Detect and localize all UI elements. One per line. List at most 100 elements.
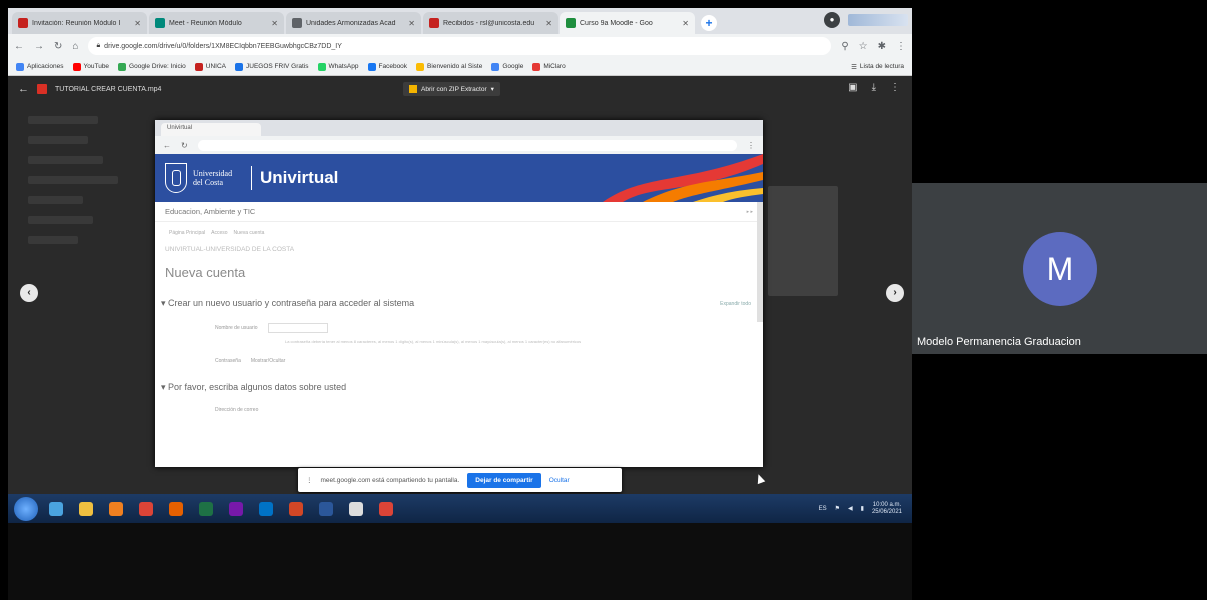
window-controls: ●	[824, 12, 908, 28]
browser-tab[interactable]: Meet - Reunión Módulo ✕	[149, 12, 284, 34]
bookmark-label: Bienvenido al Siste	[427, 63, 483, 70]
previous-arrow-icon[interactable]: ‹	[20, 284, 38, 302]
close-icon[interactable]: ✕	[408, 19, 415, 28]
taskbar-app[interactable]	[74, 498, 98, 520]
browser-tab[interactable]: Recibidos - rsl@unicosta.edu ✕	[423, 12, 558, 34]
google-icon	[491, 62, 500, 71]
open-with-button[interactable]: Abrir con ZIP Extractor ▾	[403, 82, 500, 96]
flag-icon[interactable]: ⚑	[835, 505, 840, 512]
comment-icon[interactable]: ▣	[848, 82, 857, 93]
bookmark-icon	[194, 62, 203, 71]
inner-tab-bar: Univirtual	[155, 120, 763, 136]
file-name: TUTORIAL CREAR CUENTA.mp4	[55, 85, 162, 93]
taskbar-app[interactable]	[224, 498, 248, 520]
bookmark-item[interactable]: Google Drive: Inicio	[118, 62, 186, 71]
university-crest-icon	[165, 163, 187, 193]
taskbar-app[interactable]	[164, 498, 188, 520]
taskbar-app[interactable]	[284, 498, 308, 520]
onenote-icon	[229, 501, 243, 516]
video-file-icon	[37, 84, 47, 94]
browser-tab-active[interactable]: Curso 9a Moodle - Goo ✕	[560, 12, 695, 34]
section-heading-text: Por favor, escriba algunos datos sobre u…	[168, 382, 347, 392]
close-icon[interactable]: ✕	[545, 19, 552, 28]
more-icon[interactable]: ⋮	[890, 82, 900, 93]
forward-icon[interactable]: →	[34, 41, 44, 52]
close-icon[interactable]: ✕	[134, 19, 141, 28]
taskbar-app[interactable]	[194, 498, 218, 520]
taskbar-app[interactable]	[134, 498, 158, 520]
next-arrow-icon[interactable]: ›	[886, 284, 904, 302]
browser-tab[interactable]: Unidades Armonizadas Acad ✕	[286, 12, 421, 34]
university-name: Universidad del Costa	[193, 169, 233, 187]
close-icon[interactable]: ✕	[271, 19, 278, 28]
section-heading-text: Crear un nuevo usuario y contraseña para…	[168, 298, 415, 308]
hide-button[interactable]: Ocultar	[549, 477, 570, 484]
reading-list[interactable]: ☰ Lista de lectura	[851, 63, 904, 71]
bookmark-item[interactable]: Facebook	[367, 62, 407, 71]
drag-handle-icon[interactable]: ⋮	[306, 476, 313, 484]
back-icon[interactable]: ←	[14, 41, 24, 52]
background-sidebar	[28, 116, 98, 124]
breadcrumb-item: Nueva cuenta	[233, 230, 265, 236]
taskbar-app[interactable]	[344, 498, 368, 520]
stop-sharing-button[interactable]: Dejar de compartir	[467, 472, 541, 488]
background-thumbnail	[768, 186, 838, 296]
zoom-icon[interactable]: ⚲	[841, 41, 848, 52]
menu-icon[interactable]: ⋮	[896, 41, 906, 52]
site-subheading: Educacion, Ambiente y TIC ▸ ▸	[155, 202, 763, 222]
bookmark-item[interactable]: WhatsApp	[317, 62, 359, 71]
star-icon[interactable]: ☆	[859, 41, 868, 52]
taskbar-app[interactable]	[314, 498, 338, 520]
taskbar-app[interactable]	[254, 498, 278, 520]
reading-list-icon: ☰	[851, 63, 857, 71]
whatsapp-icon	[317, 62, 326, 71]
home-icon[interactable]: ⌂	[72, 41, 78, 52]
banner-decoration	[603, 154, 763, 202]
bookmark-apps[interactable]: Aplicaciones	[16, 62, 64, 71]
back-icon: ←	[163, 140, 171, 150]
start-button[interactable]	[14, 496, 38, 521]
breadcrumb: Página Principal Acceso Nueva cuenta	[155, 222, 763, 236]
taskbar-app[interactable]	[104, 498, 128, 520]
bookmark-item[interactable]: UNICA	[194, 62, 226, 71]
back-arrow-icon[interactable]: ←	[18, 83, 29, 95]
video-frame[interactable]: Univirtual ← ↻ ⋮ Universidad del Costa Uni…	[155, 120, 763, 467]
bookmark-item[interactable]: Bienvenido al Siste	[416, 62, 483, 71]
bookmark-item[interactable]: Google	[491, 62, 524, 71]
clock[interactable]: 10:00 a.m. 25/06/2021	[872, 502, 902, 516]
browser-tab[interactable]: Invitación: Reunión Módulo I ✕	[12, 12, 147, 34]
participant-tile[interactable]: M Modelo Permanencia Graduacion	[912, 183, 1207, 354]
chevron-down-icon: ▾	[161, 298, 166, 308]
password-row: Contraseña Mostrar/Ocultar	[155, 344, 763, 364]
reload-icon[interactable]: ↻	[54, 41, 62, 52]
language-icon[interactable]: ES	[819, 506, 827, 512]
chrome-icon	[139, 501, 153, 516]
reading-list-label: Lista de lectura	[859, 63, 904, 70]
bookmark-item[interactable]: YouTube	[72, 62, 110, 71]
window-buttons[interactable]	[848, 14, 908, 26]
subheading-text: Educacion, Ambiente y TIC	[165, 207, 256, 216]
youtube-icon	[72, 62, 81, 71]
close-icon[interactable]: ✕	[682, 19, 689, 28]
taskbar-app[interactable]	[44, 498, 68, 520]
username-field	[267, 323, 328, 333]
background-sidebar	[28, 136, 88, 144]
profile-icon[interactable]: ●	[824, 12, 840, 28]
volume-icon[interactable]: ◀	[848, 505, 853, 512]
address-bar-row: ← → ↻ ⌂ 🔒︎ drive.google.com/drive/u/0/fol…	[8, 34, 912, 58]
bookmark-item[interactable]: MiClaro	[532, 62, 566, 71]
bookmark-label: Google	[502, 63, 524, 70]
browser-tab-bar: Invitación: Reunión Módulo I ✕ Meet - Reu…	[8, 8, 912, 34]
chevron-down-icon: ▾	[490, 86, 494, 93]
bookmark-item[interactable]: JUEGOS FRIV Gratis	[235, 62, 309, 71]
download-icon[interactable]: ⤓	[872, 82, 876, 93]
url-field[interactable]: 🔒︎ drive.google.com/drive/u/0/folders/1XM…	[88, 37, 832, 55]
bookmark-label: YouTube	[83, 63, 110, 70]
claro-icon	[532, 62, 541, 71]
extensions-icon[interactable]: ✱	[878, 41, 886, 52]
taskbar-app[interactable]	[374, 498, 398, 520]
new-tab-button[interactable]: +	[701, 15, 717, 31]
network-icon[interactable]: ▮	[861, 505, 864, 512]
site-title: UNIVIRTUAL-UNIVERSIDAD DE LA COSTA	[165, 246, 295, 253]
bookmark-label: WhatsApp	[328, 63, 359, 70]
